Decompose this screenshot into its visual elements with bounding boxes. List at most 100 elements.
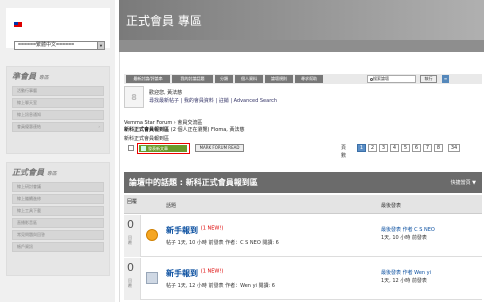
topic-meta: 帖子 1天, 12 小時 前發表 作者：Wen yi 閱讀: 6 [166, 283, 275, 289]
sidebar-item-meetings[interactable]: 線上研討會議 [12, 182, 104, 192]
reply-count-label: 回覆 [128, 278, 132, 288]
pager-label: 頁數 [341, 145, 347, 159]
new-badge: (1 NEW!) [200, 225, 224, 232]
sidebar-item-label: 直播影音區 [17, 220, 37, 225]
mark-forum-read-button[interactable]: MARK FORUM READ [195, 144, 244, 152]
reply-count-cell: 0 回覆 [124, 215, 141, 257]
reply-count: 0 [127, 218, 134, 231]
col-last-post: 最後發表 [381, 203, 402, 209]
section-title-main: 正式會員 [12, 167, 44, 177]
nav-latest-button[interactable]: 最新討論/評論串 [126, 75, 170, 83]
left-sidebar: ======繁體中文====== ▼ 準會員 專區 活動行事曆 線上聊天室 線上… [0, 0, 115, 302]
breadcrumb[interactable]: Vemma Star Forum › 會員交流區 [124, 119, 202, 126]
page-title: 正式會員 專區 [126, 14, 202, 28]
reply-count-cell: 0 回覆 [124, 258, 141, 300]
language-box: ======繁體中文====== ▼ [6, 8, 110, 50]
last-post-info: 最後發表 作者 Wen yi 1天, 12 小時 前發表 [381, 269, 431, 285]
search-button[interactable]: 執行 [420, 75, 437, 83]
reply-count: 0 [127, 261, 134, 274]
page-button[interactable]: 4 [390, 144, 399, 152]
search-input[interactable]: 搜索論壇 [367, 75, 416, 83]
page-button[interactable]: 1 [357, 144, 366, 152]
table-header: 回覆 話題 最後發表 [124, 195, 482, 214]
topic-title[interactable]: 新手報到 (1 NEW!) [166, 268, 223, 279]
sidebar-item-label: 常見問題與回答 [17, 232, 45, 237]
sidebar-item-study[interactable]: 線上繼續進修 [12, 194, 104, 204]
sidebar-item-label: 帳戶資訊 [17, 244, 33, 249]
topic-title[interactable]: 新手報到 (1 NEW!) [166, 225, 223, 236]
user-links[interactable]: 尋找最新帖子 | 我的會員資料 | 註銷 | Advanced Search [149, 97, 277, 104]
chevron-right-icon: › [98, 124, 100, 129]
flag-icon [14, 22, 22, 27]
sidebar-item-label: 會員優惠連結 [17, 124, 41, 129]
sidebar-item-notify[interactable]: 線上訊息通知 [12, 110, 104, 120]
sidebar-item-label: 線上研討會議 [17, 184, 41, 189]
nav-rules-button[interactable]: 論壇規則 [265, 75, 293, 83]
forum-navbar: 最新討論/評論串 我的討論話題 分類 個人資料 論壇規則 尋求幫助 搜索論壇 執… [124, 74, 482, 84]
avatar: 8 [124, 86, 144, 108]
sidebar-item-label: 線上工具下載 [17, 208, 41, 213]
page-button-last[interactable]: 34 [448, 144, 460, 152]
sidebar-item-offers[interactable]: 會員優惠連結 › [12, 122, 104, 132]
section-title-sub: 專區 [38, 75, 49, 81]
member-section: 正式會員 專區 線上研討會議 線上繼續進修 線上工具下載 直播影音區 常見問題與… [6, 162, 110, 276]
sidebar-item-label: 線上繼續進修 [17, 196, 41, 201]
section-title-main: 準會員 [12, 71, 36, 81]
chevron-down-icon[interactable]: ▼ [97, 42, 104, 49]
nav-category-button[interactable]: 分類 [215, 75, 233, 83]
page-button[interactable]: 7 [423, 144, 432, 152]
last-post-info: 最後發表 作者 C S NEO 1天, 10 小時 前發表 [381, 226, 435, 242]
search-placeholder: 搜索論壇 [373, 76, 389, 81]
last-post-author[interactable]: 最後發表 作者 C S NEO [381, 226, 435, 234]
col-topic: 話題 [166, 203, 177, 209]
document-icon [146, 272, 158, 284]
nav-profile-button[interactable]: 個人資料 [235, 75, 263, 83]
sidebar-item-chat[interactable]: 線上聊天室 [12, 98, 104, 108]
new-badge: (1 NEW!) [200, 268, 224, 275]
sidebar-item-label: 線上訊息通知 [17, 112, 41, 117]
forum-topics-title: 論壇中的話題 : 新科正式會員報到區 [129, 178, 258, 187]
main-content: 最新討論/評論串 我的討論話題 分類 個人資料 論壇規則 尋求幫助 搜索論壇 執… [119, 52, 484, 302]
sidebar-item-calendar[interactable]: 活動行事曆 [12, 86, 104, 96]
sidebar-item-account[interactable]: 帳戶資訊 [12, 242, 104, 252]
post-button-highlight: 發表新文章 [137, 143, 190, 154]
col-replies: 回覆 [127, 199, 138, 205]
sidebar-item-label: 線上聊天室 [17, 100, 37, 105]
new-post-label: 發表新文章 [148, 146, 168, 151]
select-checkbox[interactable] [128, 145, 134, 151]
nav-my-topics-button[interactable]: 我的討論話題 [172, 75, 213, 83]
breadcrumb-current-title: 新科正式會員報到區 [124, 127, 170, 133]
page-button[interactable]: 6 [412, 144, 421, 152]
sidebar-item-tools[interactable]: 線上工具下載 [12, 206, 104, 216]
reply-count-label: 回覆 [128, 235, 132, 245]
section-title-sub: 專區 [46, 171, 57, 177]
page-button[interactable]: 2 [368, 144, 377, 152]
quick-jump-button[interactable]: 快捷當頁 ▼ [451, 179, 476, 186]
nav-help-button[interactable]: 尋求幫助 [295, 75, 323, 83]
sidebar-item-video[interactable]: 直播影音區 [12, 218, 104, 228]
forum-name: 新科正式會員報到區 [124, 136, 170, 142]
last-post-author[interactable]: 最後發表 作者 Wen yi [381, 269, 431, 277]
page-header: 正式會員 專區 [119, 0, 484, 52]
page-button[interactable]: 5 [401, 144, 410, 152]
table-row: 0 回覆 新手報到 (1 NEW!) 帖子 1天, 10 小時 前發表 作者：C… [124, 215, 482, 257]
menu-icon[interactable]: ≡ [442, 75, 449, 83]
topic-title-text: 新手報到 [166, 226, 198, 235]
language-select[interactable]: ======繁體中文====== ▼ [14, 41, 105, 50]
header-band [119, 40, 484, 52]
page-button[interactable]: 8 [434, 144, 443, 152]
new-post-button[interactable]: 發表新文章 [139, 145, 187, 152]
last-post-time: 1天, 10 小時 前發表 [381, 235, 427, 241]
smile-icon [146, 229, 158, 241]
table-row: 0 回覆 新手報到 (1 NEW!) 帖子 1天, 12 小時 前發表 作者：W… [124, 258, 482, 300]
language-select-value: ======繁體中文====== [18, 42, 75, 48]
sidebar-item-label: 活動行事曆 [17, 88, 37, 93]
viewers-text: (2 個人正在瀏覽) Floma, 黃法慈 [170, 127, 245, 133]
section-title: 準會員 專區 [7, 67, 109, 84]
sidebar-item-faq[interactable]: 常見問題與回答 [12, 230, 104, 240]
page-button[interactable]: 3 [379, 144, 388, 152]
last-post-time: 1天, 12 小時 前發表 [381, 278, 427, 284]
topic-title-text: 新手報到 [166, 269, 198, 278]
search-icon [370, 78, 373, 81]
new-post-icon [141, 146, 146, 151]
